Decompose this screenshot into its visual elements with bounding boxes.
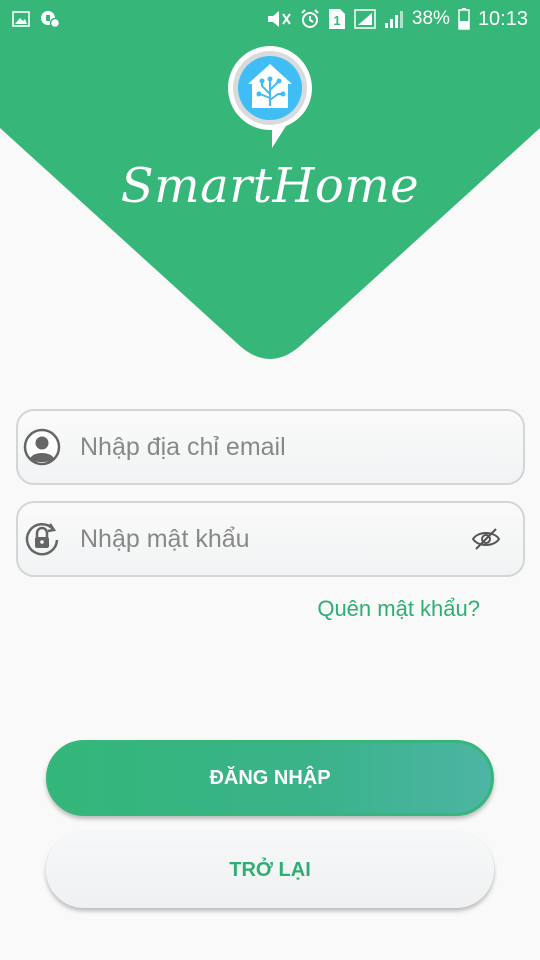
sim-icon: 1: [328, 8, 346, 30]
status-bar: 1 38% 10:13: [0, 0, 540, 38]
lock-rotate-icon: [22, 519, 62, 559]
email-field[interactable]: [16, 409, 525, 485]
eye-off-icon[interactable]: [469, 522, 503, 556]
app-title: SmartHome: [120, 158, 420, 214]
battery-percent: 38%: [411, 8, 450, 29]
svg-text:1: 1: [333, 13, 340, 28]
gamepad-icon: [40, 10, 60, 28]
password-field[interactable]: [16, 501, 525, 577]
clock: 10:13: [477, 7, 528, 30]
alarm-icon: [300, 9, 320, 29]
login-button[interactable]: ĐĂNG NHẬP: [46, 740, 494, 816]
user-icon: [22, 427, 62, 467]
battery-icon: [458, 8, 470, 30]
forgot-password-link[interactable]: Quên mật khẩu?: [317, 596, 480, 622]
back-button[interactable]: TRỞ LẠI: [46, 832, 494, 908]
signal-icon: [354, 9, 376, 29]
password-input[interactable]: [80, 524, 469, 554]
image-icon: [12, 11, 30, 27]
signal-icon-2: [384, 9, 404, 29]
mute-icon: [266, 9, 292, 29]
home-assistant-logo-icon: [226, 44, 314, 152]
email-input[interactable]: [80, 432, 523, 462]
